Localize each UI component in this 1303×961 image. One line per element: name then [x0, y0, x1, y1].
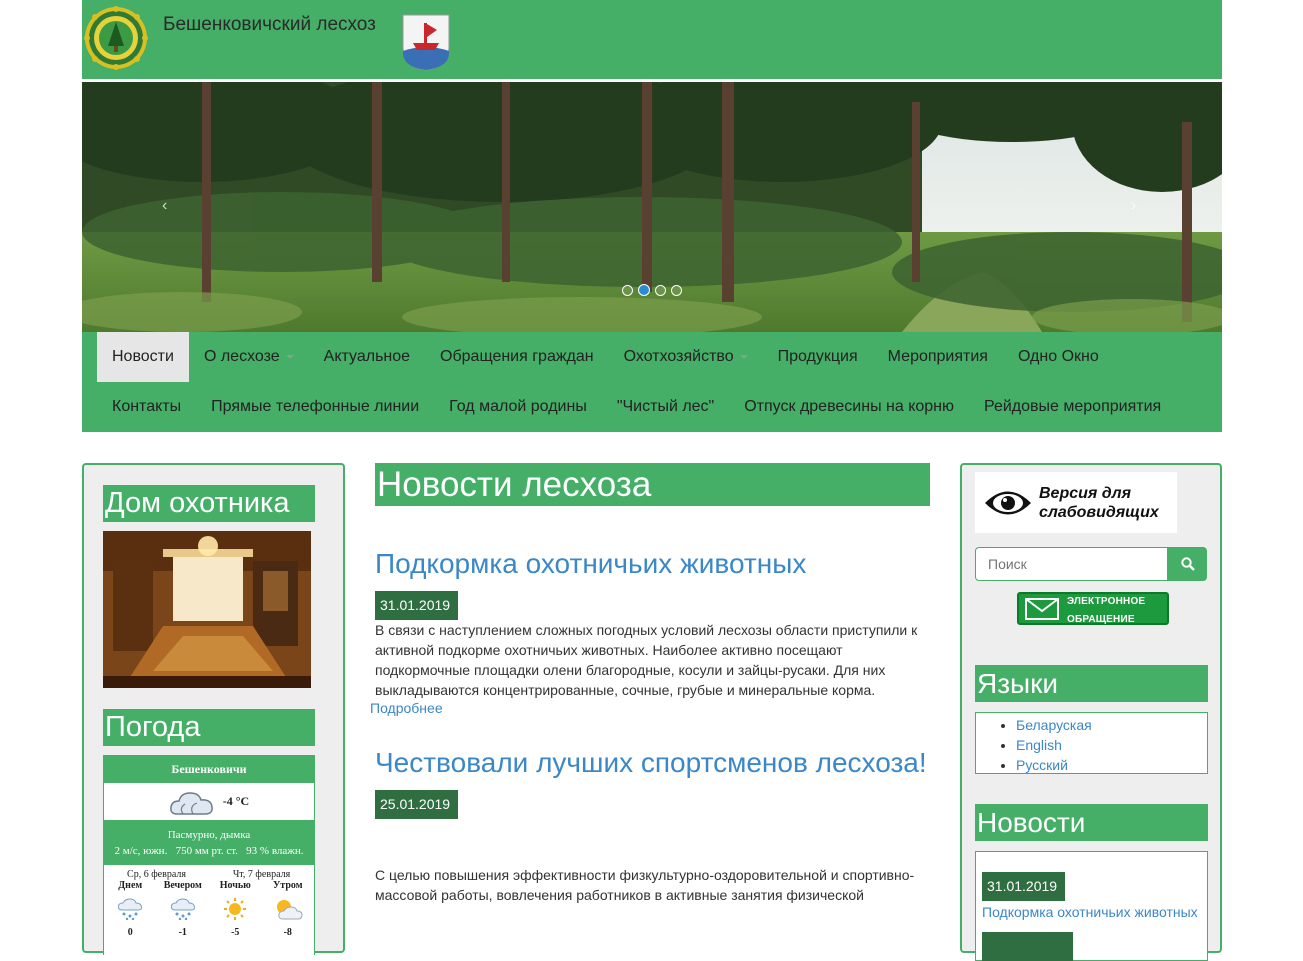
nav-item-events[interactable]: Мероприятия: [873, 332, 1003, 382]
forecast-date: Чт, 7 февраля: [232, 869, 291, 880]
nav-item-clean-forest[interactable]: "Чистый лес": [602, 382, 729, 432]
low-vision-label-2: слабовидящих: [1039, 503, 1159, 521]
nav-item-contacts[interactable]: Контакты: [97, 382, 196, 432]
image-slider[interactable]: ‹ ›: [82, 82, 1222, 332]
forecast-temp: -8: [283, 927, 292, 938]
search-button[interactable]: [1168, 547, 1207, 581]
snow-cloud-icon: [118, 898, 143, 920]
news-heading: Новости: [975, 804, 1208, 841]
snow-cloud-icon: [170, 898, 195, 920]
weather-heading: Погода: [103, 709, 315, 746]
nav-item-label: О лесхозе: [203, 348, 280, 365]
eye-icon: [985, 491, 1031, 514]
weather-details: 2 м/с, южн. 750 мм рт. ст. 93 % влажн.: [114, 845, 304, 857]
news-title-link[interactable]: Подкормка охотничьих животных: [375, 547, 930, 580]
search-icon: [1180, 557, 1195, 571]
nav-item-actual[interactable]: Актуальное: [309, 332, 425, 382]
weather-description: Пасмурно, дымка 2 м/с, южн. 750 мм рт. с…: [104, 820, 314, 865]
forestry-emblem-logo[interactable]: [84, 6, 148, 70]
electronic-appeal-button[interactable]: ЭЛЕКТРОННОЕ ОБРАЩЕНИЕ: [1017, 592, 1169, 625]
weather-forecast: Ср, 6 февраля Днем 0 Вечером -1 Чт, 7 фе…: [104, 865, 314, 961]
news-title-link[interactable]: Чествовали лучших спортсменов лесхоза!: [375, 746, 930, 779]
news-item: Подкормка охотничьих животных 31.01.2019…: [370, 547, 930, 716]
low-vision-label-1: Версия для: [1039, 484, 1132, 502]
search-input[interactable]: [975, 547, 1168, 581]
forecast-day-2: Чт, 7 февраля Ночью -5 Утром -8: [209, 865, 314, 961]
page-title: Новости лесхоза: [375, 463, 930, 506]
slider-dot[interactable]: [671, 285, 682, 296]
site-header: Бешенковичский лесхоз: [82, 0, 1222, 80]
nav-item-label: Охотхозяйство: [623, 348, 734, 365]
site-title[interactable]: Бешенковичский лесхоз: [163, 14, 376, 36]
slider-indicators: [622, 284, 682, 296]
nav-item-news[interactable]: Новости: [97, 332, 189, 382]
slider-dot[interactable]: [655, 285, 666, 296]
forecast-part-label: Вечером: [163, 880, 202, 891]
sun-icon: [224, 898, 247, 920]
nav-item-raids[interactable]: Рейдовые мероприятия: [969, 382, 1176, 432]
nav-item-appeals[interactable]: Обращения граждан: [425, 332, 609, 382]
news-date: 31.01.2019: [375, 591, 459, 620]
forecast-temp: -5: [231, 927, 240, 938]
hunter-house-photo[interactable]: [103, 531, 311, 688]
slider-dot[interactable]: [622, 285, 633, 296]
forecast-part-label: Днем: [118, 880, 143, 891]
sidebar-news-date-next: [982, 932, 1073, 961]
nav-item-hunting[interactable]: Охотхозяйство: [609, 332, 763, 382]
hunter-house-heading: Дом охотника: [103, 485, 315, 522]
forecast-part-label: Утром: [272, 880, 303, 891]
eapp-line-2: ОБРАЩЕНИЕ: [1067, 613, 1135, 625]
caret-down-icon: [739, 354, 748, 359]
main-navigation: Новости О лесхозе Актуальное Обращения г…: [82, 332, 1222, 432]
news-text: В связи с наступлением сложных погодных …: [375, 622, 918, 698]
read-more-link[interactable]: Подробнее: [370, 700, 930, 716]
news-date: 25.01.2019: [375, 790, 459, 819]
envelope-icon: [1025, 597, 1059, 620]
nav-item-about[interactable]: О лесхозе: [189, 332, 309, 382]
left-sidebar: Дом охотника Погода Бешенковичи -4 °C Па…: [82, 463, 345, 961]
language-link-be[interactable]: Беларуская: [1016, 715, 1207, 735]
sidebar-news-link[interactable]: Подкормка охотничьих животных: [982, 904, 1207, 920]
sidebar-news-date: 31.01.2019: [982, 872, 1066, 901]
eapp-line-1: ЭЛЕКТРОННОЕ: [1067, 595, 1146, 607]
low-vision-version-button[interactable]: Версия для слабовидящих: [975, 472, 1177, 533]
nav-item-products[interactable]: Продукция: [763, 332, 873, 382]
language-list: Беларуская English Русский: [975, 712, 1208, 774]
nav-item-one-window[interactable]: Одно Окно: [1003, 332, 1114, 382]
coat-of-arms-icon: [402, 14, 450, 71]
language-link-ru[interactable]: Русский: [1016, 755, 1207, 775]
nav-item-timber-sale[interactable]: Отпуск древесины на корню: [729, 382, 969, 432]
slider-dot-active[interactable]: [638, 284, 650, 296]
main-content: Новости лесхоза Подкормка охотничьих жив…: [370, 463, 930, 905]
weather-desc-text: Пасмурно, дымка: [167, 829, 251, 841]
right-sidebar: Версия для слабовидящих ЭЛЕКТРОННОЕ ОБРА…: [960, 463, 1222, 961]
forecast-day-1: Ср, 6 февраля Днем 0 Вечером -1: [104, 865, 209, 961]
news-text: С целью повышения эффективности физкульт…: [375, 867, 915, 903]
chevron-left-icon[interactable]: ‹: [162, 197, 167, 215]
forecast-part-label: Ночью: [219, 880, 251, 891]
nav-item-hotlines[interactable]: Прямые телефонные линии: [196, 382, 434, 432]
cloud-icon: [169, 791, 213, 815]
search-form: [975, 547, 1207, 581]
caret-down-icon: [285, 354, 294, 359]
language-link-en[interactable]: English: [1016, 735, 1207, 755]
weather-widget[interactable]: Бешенковичи -4 °C Пасмурно, дымка 2 м/с,…: [103, 755, 315, 961]
forecast-temp: 0: [127, 927, 133, 938]
forecast-date: Ср, 6 февраля: [127, 869, 186, 880]
sun-cloud-icon: [276, 900, 303, 920]
forecast-temp: -1: [178, 927, 187, 938]
weather-city: Бешенковичи: [104, 756, 314, 783]
weather-now: -4 °C: [104, 783, 314, 820]
languages-heading: Языки: [975, 665, 1208, 702]
chevron-right-icon[interactable]: ›: [1131, 197, 1136, 215]
nav-item-homeland-year[interactable]: Год малой родины: [434, 382, 602, 432]
news-item: Чествовали лучших спортсменов лесхоза! 2…: [375, 746, 930, 905]
weather-temp-now: -4 °C: [222, 794, 250, 808]
